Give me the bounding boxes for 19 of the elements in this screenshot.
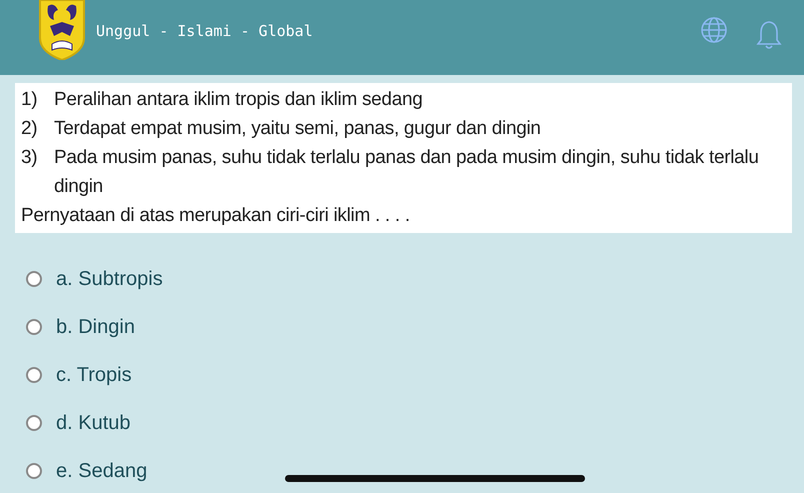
answer-option[interactable]: a. Subtropis — [56, 268, 163, 290]
statement-number: 1) — [21, 88, 38, 112]
school-tagline: Unggul - Islami - Global — [96, 22, 313, 40]
answer-option[interactable]: d. Kutub — [56, 412, 131, 434]
radio-button[interactable] — [26, 367, 42, 383]
question-prompt: Pernyataan di atas merupakan ciri-ciri iklim . . . . — [21, 204, 411, 228]
radio-button[interactable] — [26, 463, 42, 479]
radio-button[interactable] — [26, 271, 42, 287]
answer-option[interactable]: b. Dingin — [56, 316, 135, 338]
statement-text: Terdapat empat musim, yaitu semi, panas, gugur dan dingin — [54, 117, 542, 141]
statement-text: Pada musim panas, suhu tidak terlalu panas dan pada musim dingin, suhu tidak terlalu dingin — [54, 146, 760, 199]
answer-option[interactable]: e. Sedang — [56, 460, 148, 482]
shield-logo-icon — [38, 0, 86, 60]
radio-button[interactable] — [26, 415, 42, 431]
statement-number: 3) — [21, 146, 38, 170]
answer-option[interactable]: c. Tropis — [56, 364, 132, 386]
statement-text: Peralihan antara iklim tropis dan iklim sedang — [54, 88, 424, 112]
radio-button[interactable] — [26, 319, 42, 335]
statement-number: 2) — [21, 117, 38, 141]
